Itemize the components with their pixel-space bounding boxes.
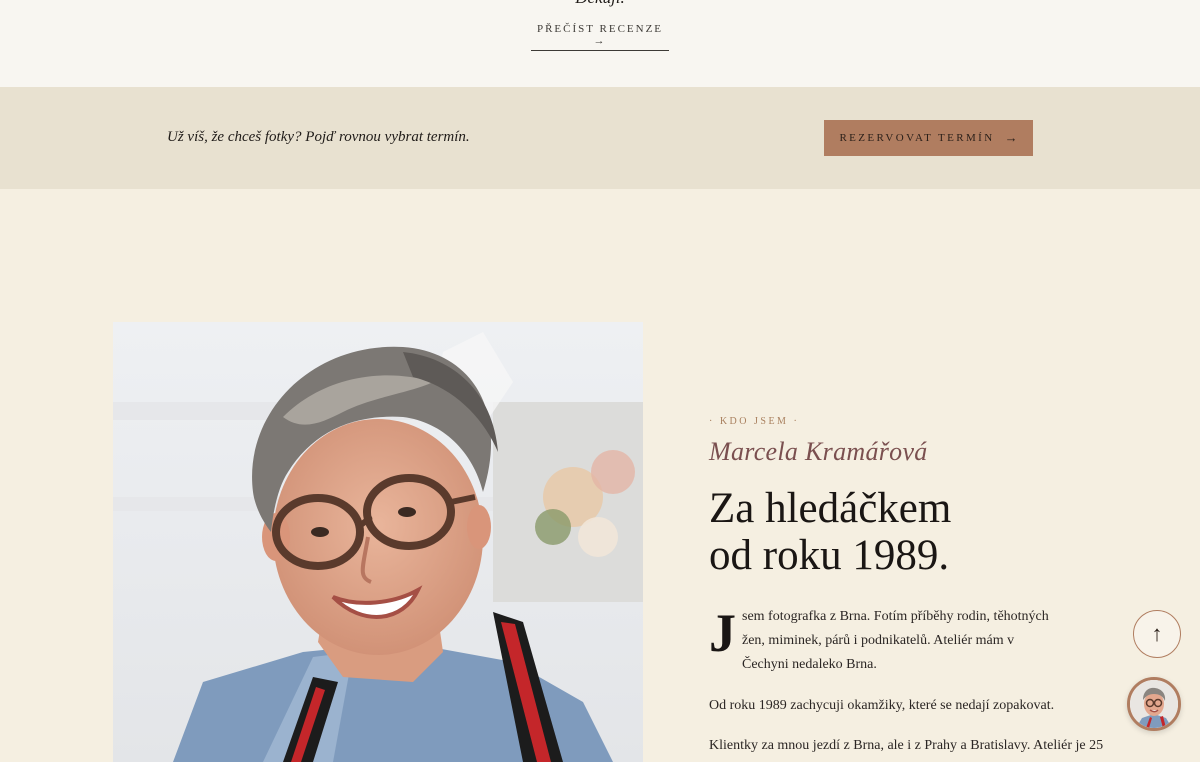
headline-line-1: Za hledáčkem [709,485,952,532]
scroll-to-top-button[interactable]: ↑ [1133,610,1181,658]
page-title: Za hledáčkem od roku 1989. [709,485,1129,579]
portrait-photo [113,322,643,762]
clients-paragraph: Klientky za mnou jezdí z Brna, ale i z P… [709,738,1104,753]
book-date-button-label: REZERVOVAT TERMÍN [839,132,995,144]
read-reviews-link[interactable]: PŘEČÍST RECENZE → [531,23,669,51]
book-date-button[interactable]: REZERVOVAT TERMÍN → [824,120,1033,156]
booking-cta-band: Už víš, že chceš fotky? Pojď rovnou vybr… [0,87,1200,189]
arrow-up-icon: ↑ [1151,621,1163,646]
intro-paragraph: sem fotografka z Brna. Fotím příběhy rod… [742,609,1049,672]
thanks-text: Děkuji. [0,0,1200,8]
chat-avatar-button[interactable] [1127,677,1181,731]
reviews-section-end: Děkuji. PŘEČÍST RECENZE → [0,0,1200,87]
since-paragraph: Od roku 1989 zachycuji okamžiky, které s… [709,698,1055,713]
photographer-name: Marcela Kramářová [709,437,928,466]
section-eyebrow: · KDO JSEM · [709,416,800,427]
dropcap-letter: J [709,603,736,663]
arrow-right-icon: → [1004,130,1018,145]
headline-line-2: od roku 1989. [709,532,950,579]
cta-text: Už víš, že chceš fotky? Pojď rovnou vybr… [167,129,470,145]
avatar-portrait-icon [1130,680,1178,728]
